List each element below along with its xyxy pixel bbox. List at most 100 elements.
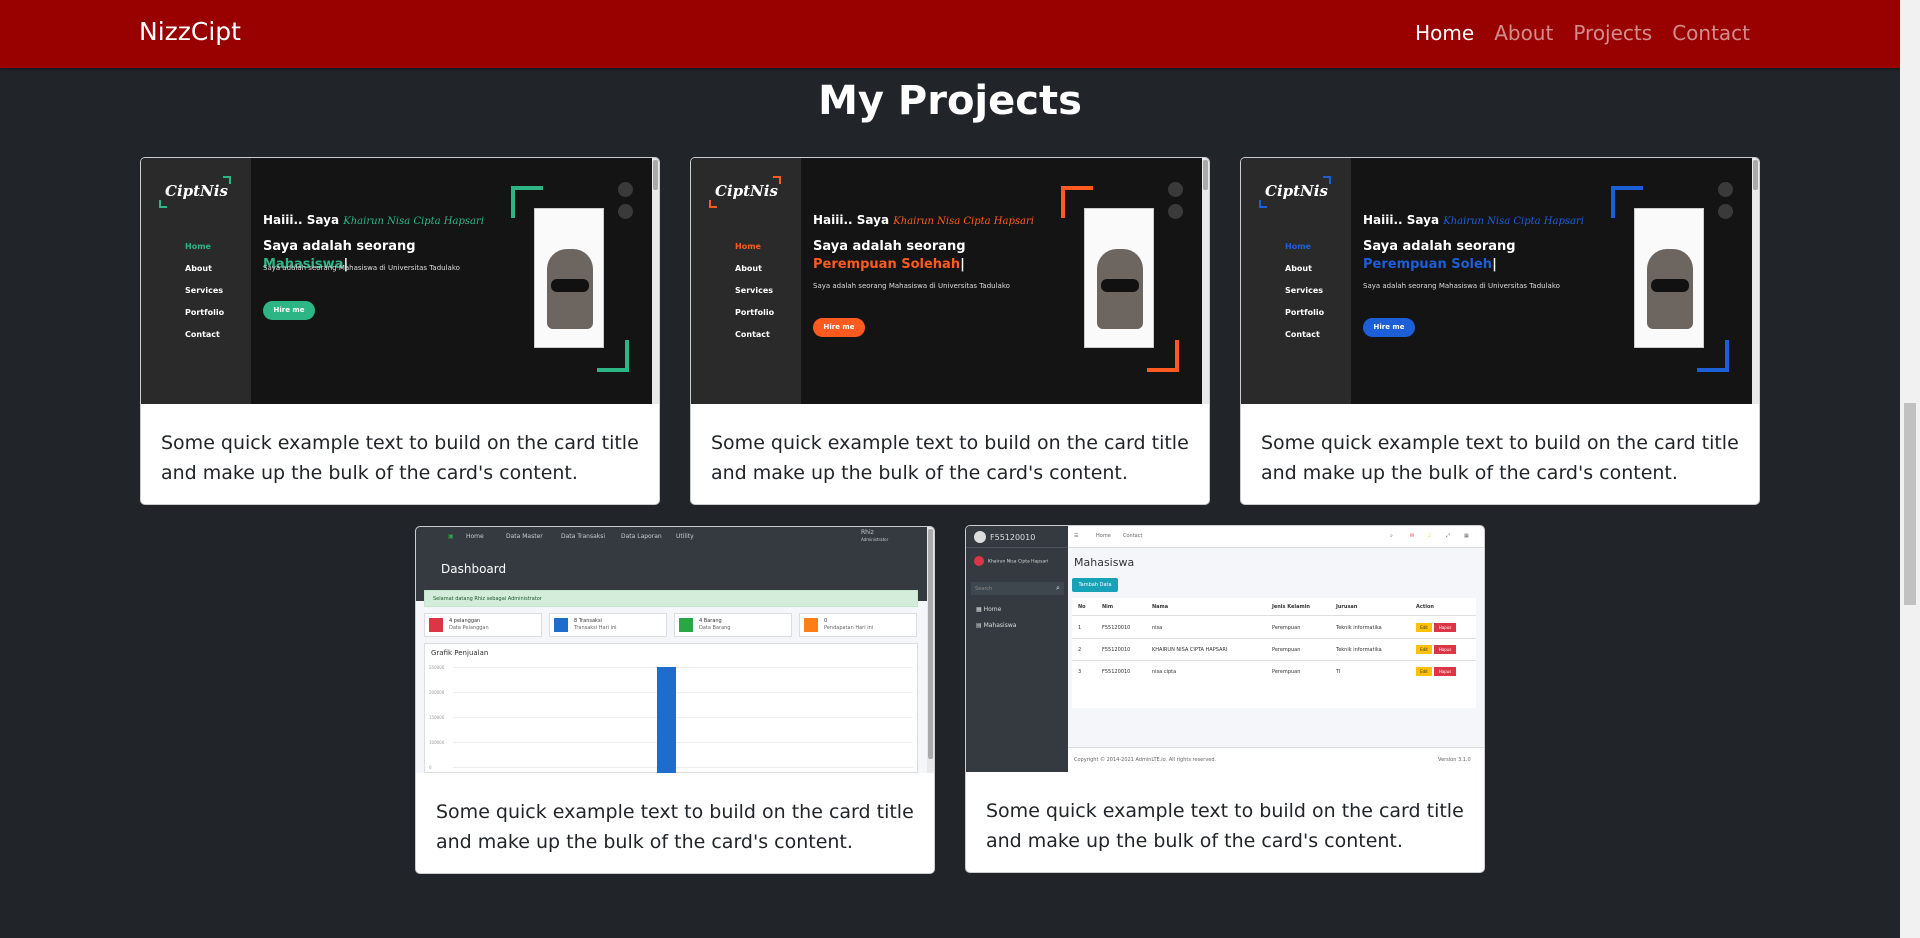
project-screenshot[interactable]: CiptNis Home About Services Portfolio Co… [1241,158,1759,404]
frame-corner-icon [597,340,629,372]
preview-scrollbar[interactable] [1752,158,1759,404]
portfolio-menu-item: Portfolio [735,308,775,317]
scrollbar-thumb[interactable] [928,529,933,759]
card-text: Some quick example text to build on the … [1261,432,1739,484]
sales-chart: Grafik Penjualan 250000 200000 150000 10… [424,643,918,773]
portfolio-menu-item: About [1285,264,1312,273]
nav-link-projects[interactable]: Projects [1573,21,1652,45]
topnav-item: Data Transaksi [561,533,606,540]
logo-corner-icon [773,176,781,184]
topnav-item: Home [466,533,484,540]
scrollbar-thumb[interactable] [653,160,658,190]
user-role: Administrator [861,537,889,542]
chart-tick: 200000 [429,690,445,695]
portfolio-menu: Home About Services Portfolio Contact [1285,236,1324,346]
chat-icon: ✉ [1410,533,1415,539]
navbar-brand[interactable]: NizzCipt [139,17,241,46]
expand-icon: ⤢ [1446,533,1451,539]
nav-link-contact[interactable]: Contact [1672,21,1750,45]
portfolio-menu-item: Portfolio [185,308,225,317]
welcome-alert: Selamat datang Rhiz sebagai Administrato… [424,590,918,607]
portfolio-menu-item: Contact [735,330,770,339]
preview-scrollbar[interactable] [927,527,934,773]
app-logo-icon: ▣ [448,533,454,540]
table-header: No [1078,604,1086,610]
portfolio-menu-item: Home [735,242,761,251]
search-icon: ⌕ [1390,533,1393,539]
table-cell: TI [1336,669,1341,675]
table-cell: Teknik informatika [1336,625,1382,631]
chart-gridline [453,767,913,768]
headline-text: Saya adalah seorang [1363,239,1516,254]
theme-dot-icon [1718,182,1733,197]
preview-scrollbar[interactable] [652,158,659,404]
greeting-name: Khairun Nisa Cipta Hapsari [1443,216,1584,227]
delete-button: Hapus [1434,623,1456,632]
greeting-text: Haiii.. Saya [263,213,340,227]
portfolio-main: Haiii.. Saya Khairun Nisa Cipta Hapsari … [801,158,1209,404]
money-icon [804,618,818,632]
portfolio-menu-item: Services [1285,286,1324,295]
chart-gridline [453,717,913,718]
table-cell: F55120010 [1102,647,1131,653]
greeting-name: Khairun Nisa Cipta Hapsari [343,216,484,227]
avatar [974,556,984,566]
logo-corner-icon [1259,200,1267,208]
info-box: 0 Pendapatan Hari ini [799,613,917,637]
table-header: Action [1416,604,1434,610]
logo-corner-icon [223,176,231,184]
portfolio-logo: CiptNis [715,182,778,200]
page-scrollbar-thumb[interactable] [1904,403,1916,605]
scrollbar-thumb[interactable] [1753,160,1758,190]
nav-link-home[interactable]: Home [1415,21,1474,45]
page-scrollbar[interactable] [1900,0,1920,938]
search-icon: ⌕ [1052,582,1064,595]
sidebar-user-name: Khairun Nisa Cipta Hapsari [988,559,1049,565]
info-box-label: Pendapatan Hari ini [824,625,874,631]
table-cell: KHAIRUN NISA CIPTA HAPSARI [1152,647,1228,653]
table-cell: 3 [1078,669,1082,675]
project-screenshot[interactable]: ▣ Home Data Master Data Transaksi Data L… [416,527,934,773]
chart-title: Grafik Penjualan [431,649,489,657]
info-box-label: Transaksi Hari ini [574,625,617,631]
table-divider [1072,638,1476,639]
sunglasses-image [551,279,589,292]
edit-button: Edit [1416,645,1432,654]
topnav-item: Data Master [506,533,543,540]
portfolio-headline: Saya adalah seorang Perempuan Soleh| [1363,239,1516,272]
card-text: Some quick example text to build on the … [161,432,639,484]
chart-gridline [453,667,913,668]
info-box-value: 0 [824,618,828,624]
info-box-label: Data Barang [699,625,731,631]
scrollbar-thumb[interactable] [1203,160,1208,190]
dashboard-title: Dashboard [441,562,507,576]
card-text: Some quick example text to build on the … [986,800,1464,852]
table-divider [1072,660,1476,661]
project-screenshot[interactable]: CiptNis Home About Services Portfolio Co… [691,158,1209,404]
headline-highlight: Perempuan Solehah [813,257,961,272]
portfolio-headline: Saya adalah seorang Perempuan Solehah| [813,239,966,272]
navbar: NizzCipt Home About Projects Contact [0,0,1900,68]
headline-highlight: Perempuan Soleh [1363,257,1493,272]
sidebar-user: Khairun Nisa Cipta Hapsari [974,556,1048,566]
portfolio-menu-item: Services [735,286,774,295]
headline-text: Saya adalah seorang [813,239,966,254]
nav-links: Home About Projects Contact [1415,21,1750,45]
portfolio-greeting: Haiii.. Saya Khairun Nisa Cipta Hapsari [813,213,1034,227]
portfolio-main: Haiii.. Saya Khairun Nisa Cipta Hapsari … [251,158,659,404]
admin-sidebar: F55120010 Khairun Nisa Cipta Hapsari Sea… [966,526,1068,772]
portfolio-menu-item: Services [185,286,224,295]
portfolio-sidebar: CiptNis Home About Services Portfolio Co… [141,158,251,404]
footer-version: Version 3.1.0 [1438,757,1471,763]
table-cell: F55120010 [1102,625,1131,631]
nav-link-about[interactable]: About [1494,21,1553,45]
project-screenshot[interactable]: F55120010 Khairun Nisa Cipta Hapsari Sea… [966,526,1484,772]
table-header: Nama [1152,604,1169,610]
portfolio-main: Haiii.. Saya Khairun Nisa Cipta Hapsari … [1351,158,1759,404]
project-screenshot[interactable]: CiptNis Home About Services Portfolio Co… [141,158,659,404]
preview-scrollbar[interactable] [1202,158,1209,404]
portfolio-greeting: Haiii.. Saya Khairun Nisa Cipta Hapsari [263,213,484,227]
chart-tick: 150000 [429,715,445,720]
portfolio-description: Saya adalah seorang Mahasiswa di Univers… [813,282,1010,290]
profile-photo [1084,208,1154,348]
